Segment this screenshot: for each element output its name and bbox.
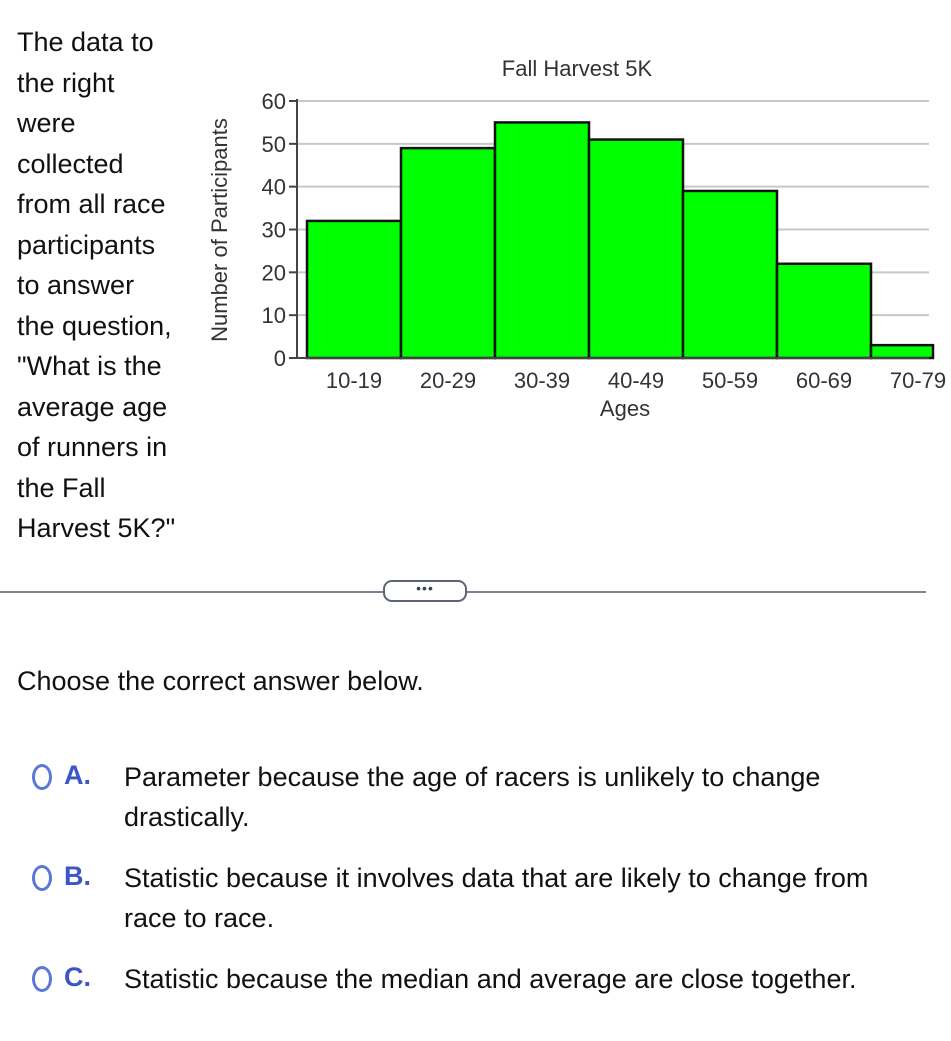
- question-line: Harvest 5K?": [17, 513, 176, 543]
- x-tick-label: 60-69: [796, 368, 852, 393]
- option-b[interactable]: B. Statistic because it involves data th…: [32, 861, 932, 938]
- question-line: participants: [17, 229, 156, 260]
- question-line: the right: [17, 67, 115, 98]
- question-text: The data to the right were collected from al…: [17, 22, 217, 549]
- x-tick-label: 30-39: [514, 368, 570, 393]
- bar-30-39: [493, 121, 591, 360]
- bar-40-49: [587, 138, 685, 360]
- option-c[interactable]: C. Statistic because the median and aver…: [32, 962, 932, 999]
- option-a[interactable]: A. Parameter because the age of racers i…: [32, 760, 932, 837]
- question-line: The data to: [17, 27, 154, 57]
- question-line: collected: [17, 148, 124, 179]
- option-text: Statistic because the median and average…: [124, 964, 857, 994]
- radio-button-b[interactable]: [32, 865, 52, 891]
- option-letter: C.: [64, 962, 91, 992]
- y-tick-label: 20: [262, 260, 286, 285]
- y-tick-label: 60: [262, 89, 286, 114]
- x-tick-label: 40-49: [608, 368, 664, 393]
- option-text: Parameter because the age of racers is u…: [124, 762, 821, 832]
- answer-prompt: Choose the correct answer below.: [17, 666, 424, 696]
- x-tick-label: 10-19: [326, 368, 382, 393]
- radio-button-c[interactable]: [32, 966, 52, 992]
- question-line: to answer: [17, 270, 135, 300]
- question-line: from all race: [17, 189, 166, 219]
- answer-options: A. Parameter because the age of racers i…: [32, 760, 932, 1023]
- question-line: were: [17, 108, 76, 138]
- histogram-chart: Fall Harvest 5K Number of Participants A…: [207, 56, 946, 421]
- option-letter: A.: [64, 760, 91, 790]
- question-line: average age: [17, 391, 168, 422]
- question-line: "What is the: [17, 351, 162, 381]
- bar-60-69: [775, 262, 873, 360]
- y-tick-label: 10: [262, 303, 286, 328]
- question-line: the Fall: [17, 472, 106, 503]
- y-tick-label: 40: [262, 175, 286, 200]
- option-text: Statistic because it involves data that …: [124, 863, 869, 933]
- option-letter: B.: [64, 861, 91, 891]
- question-line: the question,: [17, 310, 172, 341]
- question-line: of runners in: [17, 432, 168, 462]
- bar-10-19: [305, 219, 403, 360]
- radio-button-a[interactable]: [32, 764, 52, 790]
- bar-50-59: [681, 189, 779, 360]
- bar-70-79: [869, 343, 935, 360]
- x-tick-label: 70-79: [890, 368, 946, 393]
- expand-more-button[interactable]: •••: [383, 580, 467, 602]
- y-tick-label: 30: [262, 218, 286, 243]
- x-tick-label: 50-59: [702, 368, 758, 393]
- y-axis-label: Number of Participants: [207, 118, 232, 342]
- bar-20-29: [399, 146, 497, 360]
- y-tick-label: 0: [274, 346, 286, 371]
- y-tick-label: 50: [262, 132, 286, 157]
- x-tick-label: 20-29: [420, 368, 476, 393]
- x-axis-label: Ages: [600, 396, 650, 421]
- chart-title: Fall Harvest 5K: [502, 56, 653, 81]
